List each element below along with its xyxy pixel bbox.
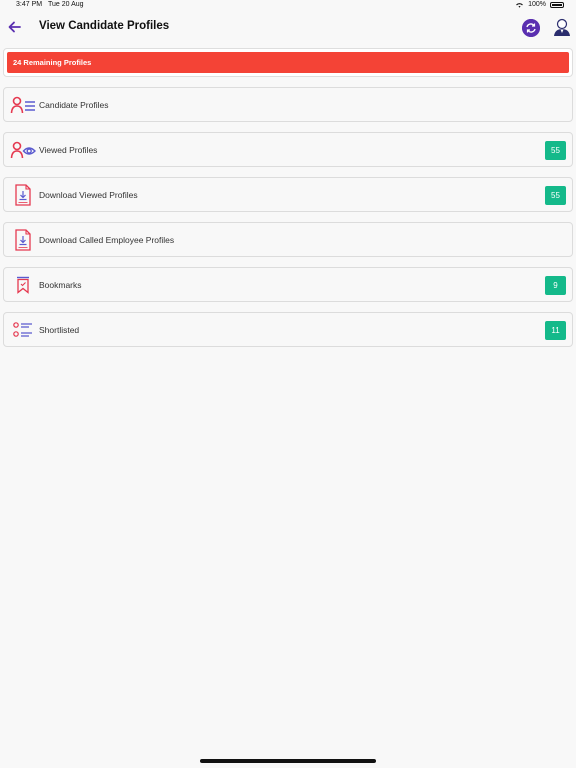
checklist-icon xyxy=(9,319,37,341)
status-date: Tue 20 Aug xyxy=(48,1,84,8)
remaining-profiles-banner: 24 Remaining Profiles xyxy=(7,52,569,73)
refresh-icon[interactable] xyxy=(522,19,540,37)
remaining-profiles-card: 24 Remaining Profiles xyxy=(3,48,573,77)
count-badge: 9 xyxy=(545,276,566,295)
page-title: View Candidate Profiles xyxy=(39,20,170,32)
download-document-icon xyxy=(9,228,37,251)
status-bar: 3:47 PM Tue 20 Aug 100% xyxy=(0,0,576,12)
bookmark-icon xyxy=(9,274,37,296)
count-badge: 55 xyxy=(545,186,566,205)
menu-item-download-called-employee-profiles[interactable]: Download Called Employee Profiles xyxy=(3,222,573,257)
back-arrow-icon[interactable] xyxy=(6,18,24,36)
menu-item-candidate-profiles[interactable]: Candidate Profiles xyxy=(3,87,573,122)
home-indicator[interactable] xyxy=(200,759,376,763)
profile-list-icon xyxy=(9,94,37,116)
status-time: 3:47 PM xyxy=(16,1,43,8)
status-right: 100% xyxy=(515,1,564,8)
menu-item-viewed-profiles[interactable]: Viewed Profiles 55 xyxy=(3,132,573,167)
profile-menu-list: 24 Remaining Profiles Candidate Profiles… xyxy=(0,48,576,347)
wifi-icon xyxy=(516,2,524,8)
download-document-icon xyxy=(9,183,37,206)
app-header: View Candidate Profiles xyxy=(0,12,576,46)
menu-item-label: Download Viewed Profiles xyxy=(39,189,138,200)
menu-item-bookmarks[interactable]: Bookmarks 9 xyxy=(3,267,573,302)
battery-percent: 100% xyxy=(528,1,546,8)
menu-item-label: Download Called Employee Profiles xyxy=(39,234,175,245)
menu-item-label: Bookmarks xyxy=(39,279,82,290)
menu-item-label: Candidate Profiles xyxy=(39,99,109,110)
battery-icon xyxy=(550,1,564,8)
menu-item-shortlisted[interactable]: Shortlisted 11 xyxy=(3,312,573,347)
menu-item-download-viewed-profiles[interactable]: Download Viewed Profiles 55 xyxy=(3,177,573,212)
menu-item-label: Shortlisted xyxy=(39,324,80,335)
count-badge: 11 xyxy=(545,321,566,340)
avatar-icon[interactable] xyxy=(552,17,572,37)
count-badge: 55 xyxy=(545,141,566,160)
menu-item-label: Viewed Profiles xyxy=(39,144,98,155)
profile-eye-icon xyxy=(9,139,37,161)
